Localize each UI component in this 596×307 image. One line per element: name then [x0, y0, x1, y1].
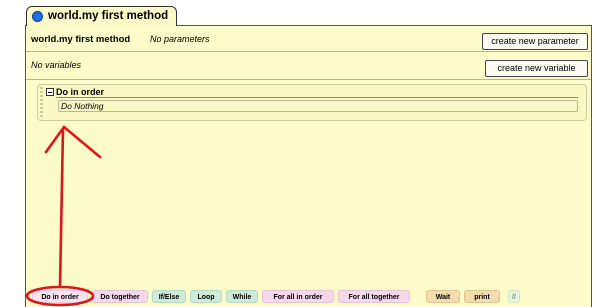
- method-header: world.my first method No parameters crea…: [26, 26, 591, 52]
- palette-comment[interactable]: //: [508, 290, 520, 303]
- palette-print[interactable]: print: [464, 290, 500, 303]
- variables-label: No variables: [31, 60, 82, 70]
- palette-for-all-together[interactable]: For all together: [338, 290, 410, 303]
- create-new-variable-button[interactable]: create new variable: [485, 60, 588, 77]
- palette-loop[interactable]: Loop: [190, 290, 222, 303]
- do-nothing-placeholder[interactable]: Do Nothing: [58, 100, 578, 112]
- method-name: world.my first method: [31, 34, 131, 45]
- palette-if-else[interactable]: If/Else: [152, 290, 186, 303]
- collapse-icon[interactable]: [46, 88, 54, 96]
- create-new-parameter-button[interactable]: create new parameter: [482, 33, 588, 50]
- method-editor-panel: world.my first method No parameters crea…: [25, 25, 592, 307]
- control-palette: Do in order Do together If/Else Loop Whi…: [30, 290, 550, 304]
- block-title: Do in order: [56, 87, 105, 97]
- method-tab[interactable]: world.my first method: [26, 6, 177, 26]
- variables-row: No variables create new variable: [26, 52, 591, 80]
- method-icon: [32, 11, 43, 22]
- do-in-order-block[interactable]: Do in order Do Nothing: [37, 84, 587, 121]
- palette-for-all-in-order[interactable]: For all in order: [262, 290, 334, 303]
- palette-do-together[interactable]: Do together: [92, 290, 148, 303]
- drag-handle[interactable]: [40, 87, 43, 117]
- tab-title: world.my first method: [48, 10, 169, 22]
- block-divider: [56, 97, 578, 98]
- palette-wait[interactable]: Wait: [426, 290, 460, 303]
- palette-while[interactable]: While: [226, 290, 258, 303]
- parameters-label: No parameters: [150, 34, 210, 44]
- palette-do-in-order[interactable]: Do in order: [32, 290, 88, 303]
